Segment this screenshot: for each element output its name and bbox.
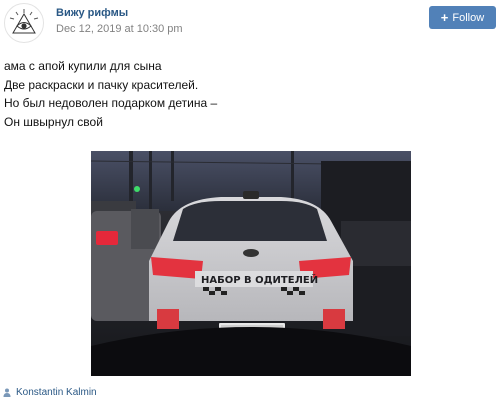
post-photo[interactable]: НАБОР В ОДИТЕЛЕЙ — [91, 151, 411, 376]
eye-in-triangle-icon — [9, 9, 39, 34]
photo-sticker-text: НАБОР В ОДИТЕЛЕЙ — [201, 273, 318, 286]
post-date[interactable]: Dec 12, 2019 at 10:30 pm — [56, 23, 183, 35]
author-name[interactable]: Вижу рифмы — [56, 7, 128, 19]
post-text-line: Две раскраски и пачку красителей. — [4, 77, 199, 92]
post-header: Вижу рифмы Dec 12, 2019 at 10:30 pm + Fo… — [0, 0, 500, 44]
post-signature[interactable]: Konstantin Kalmin — [3, 387, 97, 398]
user-icon — [3, 388, 11, 397]
plus-icon: + — [440, 10, 449, 25]
avatar[interactable] — [4, 3, 44, 43]
post-text-line: ама с апой купили для сына — [4, 59, 162, 73]
post-text: ама с апой купили для сына Две раскраски… — [4, 57, 217, 131]
post-text-line: Он швырнул свой — [4, 114, 103, 129]
follow-label: Follow — [452, 11, 485, 24]
post-text-line: Но был недоволен подарком детина – — [4, 96, 218, 110]
follow-button[interactable]: + Follow — [429, 6, 496, 29]
signature-name: Konstantin Kalmin — [16, 387, 97, 398]
